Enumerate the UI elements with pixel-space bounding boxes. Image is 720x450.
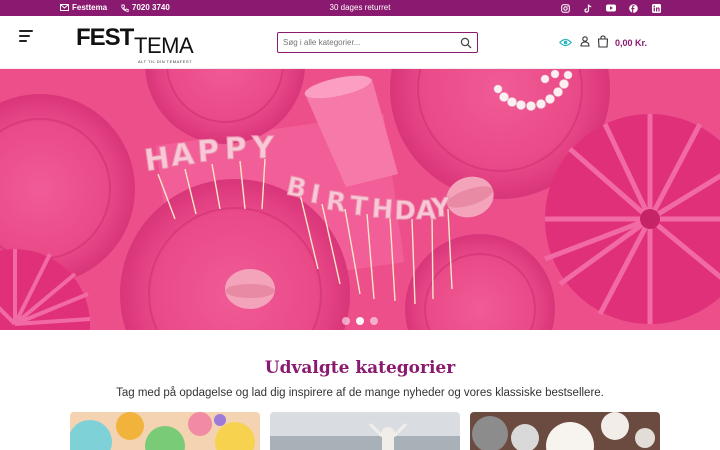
candle-letter: P	[196, 134, 220, 170]
search-icon[interactable]	[460, 37, 472, 49]
category-image-1	[70, 412, 260, 450]
eye-icon[interactable]	[559, 38, 572, 47]
macaron-bottom	[225, 269, 275, 309]
category-card-2[interactable]	[270, 412, 460, 450]
logo-word-tema: TEMA	[134, 33, 194, 58]
category-image-3	[470, 412, 660, 450]
logo-word-fest: FEST	[76, 24, 134, 51]
slider-dot-2[interactable]	[356, 317, 364, 325]
slider-dots	[342, 317, 378, 325]
category-card-1[interactable]	[70, 412, 260, 450]
section-title: Udvalgte kategorier	[264, 358, 456, 378]
candle-letter: D	[394, 196, 417, 227]
youtube-icon[interactable]	[605, 2, 617, 14]
user-icon[interactable]	[580, 36, 590, 47]
menu-icon[interactable]	[19, 30, 33, 44]
category-image-2	[270, 412, 460, 450]
instagram-icon[interactable]	[559, 2, 571, 14]
facebook-icon[interactable]	[627, 2, 639, 14]
cart-icon[interactable]	[597, 35, 609, 48]
section-subtitle: Tag med på opdagelse og lad dig inspirer…	[116, 387, 604, 399]
search-input[interactable]	[283, 36, 453, 49]
top-bar: Festtema 7020 3740 30 dages returret	[0, 0, 720, 16]
search-box	[277, 32, 478, 53]
site-header: FEST TEMA ALT TIL DIN TEMAFEST 0,00 Kr.	[0, 16, 720, 69]
hero-image: H A P P Y B I R T H D A Y	[0, 69, 720, 330]
cart-total[interactable]: 0,00 Kr.	[615, 38, 647, 48]
site-logo[interactable]: FEST TEMA ALT TIL DIN TEMAFEST	[76, 24, 196, 64]
candle-letter: Y	[251, 131, 275, 166]
candle-letter: Y	[429, 193, 452, 224]
category-card-3[interactable]	[470, 412, 660, 450]
slider-dot-1[interactable]	[342, 317, 350, 325]
candle-letter: P	[224, 131, 247, 167]
logo-tagline: ALT TIL DIN TEMAFEST	[138, 59, 193, 64]
candle-letter: H	[371, 194, 395, 225]
candle-letter: R	[324, 186, 348, 218]
hero-slider[interactable]: H A P P Y B I R T H D A Y	[0, 69, 720, 330]
candle-letter: H	[142, 141, 172, 179]
slider-dot-3[interactable]	[370, 317, 378, 325]
tiktok-icon[interactable]	[582, 2, 594, 14]
candle-letter: T	[348, 191, 369, 223]
candle-letter: A	[169, 137, 197, 174]
linkedin-icon[interactable]	[650, 2, 662, 14]
